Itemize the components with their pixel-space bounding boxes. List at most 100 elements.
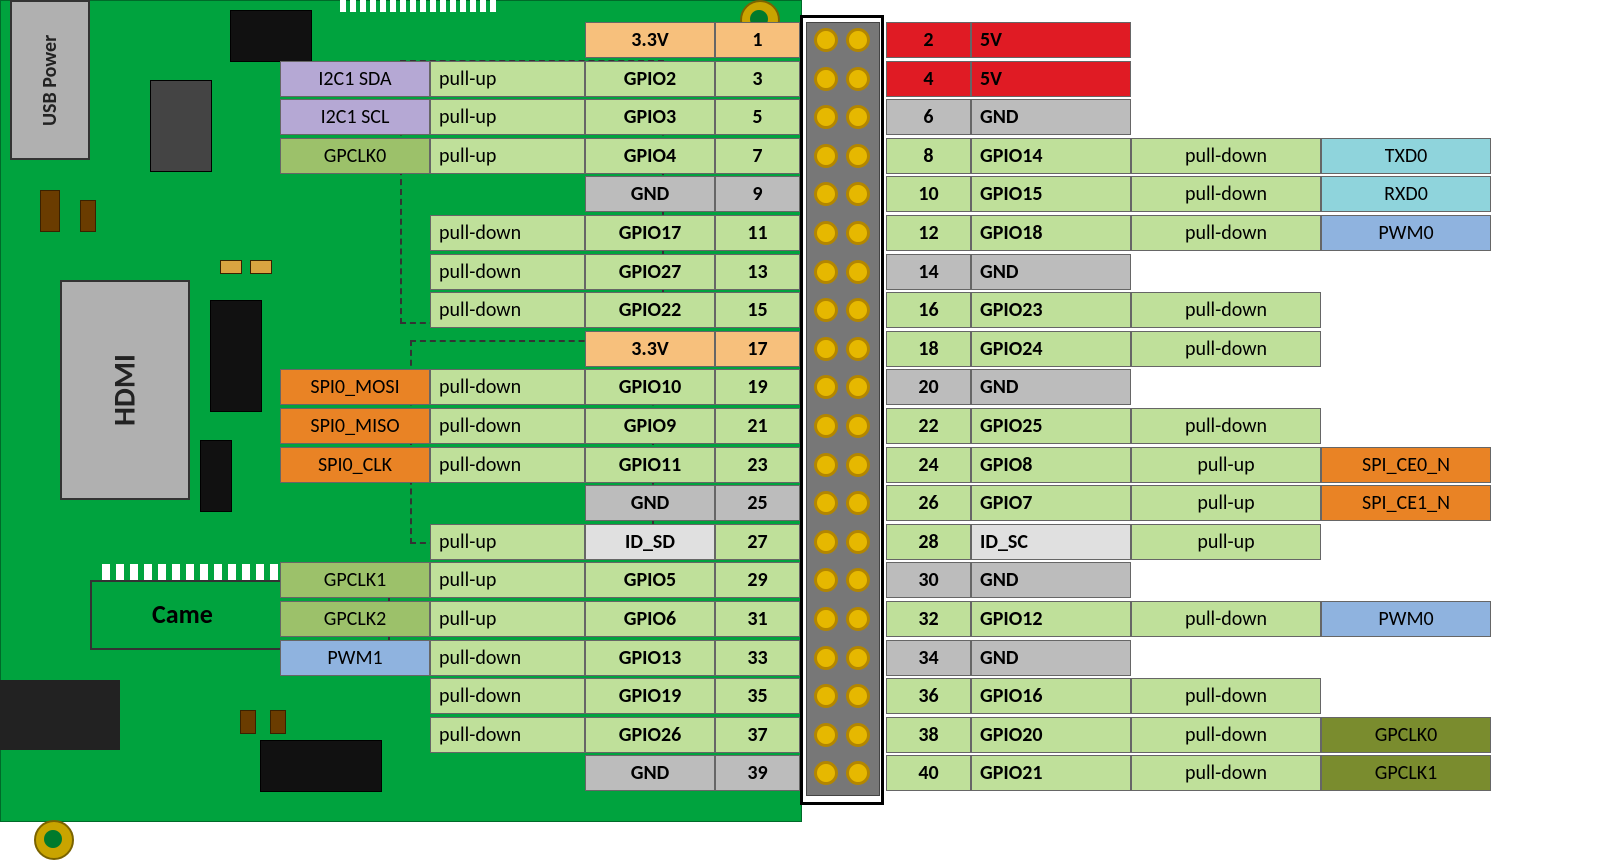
pin-number: 13 bbox=[715, 254, 800, 290]
gpio-label: ID_SC bbox=[971, 524, 1131, 560]
pin-row-left: pull-upID_SD27 bbox=[430, 524, 800, 560]
gpio-label: GPIO6 bbox=[585, 601, 715, 637]
pin-number: 4 bbox=[886, 61, 971, 97]
pin-number: 6 bbox=[886, 99, 971, 135]
pin-row-left: GND9 bbox=[585, 176, 800, 212]
pin-row-left: SPI0_MISOpull-downGPIO921 bbox=[280, 408, 800, 444]
pull-label: pull-down bbox=[430, 678, 585, 714]
pin-number: 27 bbox=[715, 524, 800, 560]
alt-function-label: PWM0 bbox=[1321, 601, 1491, 637]
pin-number: 30 bbox=[886, 562, 971, 598]
pin-row-left: SPI0_CLKpull-downGPIO1123 bbox=[280, 447, 800, 483]
gpio-label: GPIO12 bbox=[971, 601, 1131, 637]
pin-number: 9 bbox=[715, 176, 800, 212]
pin-row-right: 20GND bbox=[886, 369, 1131, 405]
gpio-label: GPIO13 bbox=[585, 640, 715, 676]
pull-label: pull-down bbox=[1131, 215, 1321, 251]
pin-row-right: 12GPIO18pull-downPWM0 bbox=[886, 215, 1491, 251]
gpio-label: GPIO17 bbox=[585, 215, 715, 251]
pin-row-right: 6GND bbox=[886, 99, 1131, 135]
pull-label: pull-up bbox=[430, 99, 585, 135]
alt-function-label: PWM0 bbox=[1321, 215, 1491, 251]
gpio-label: 5V bbox=[971, 61, 1131, 97]
pin-number: 34 bbox=[886, 640, 971, 676]
gpio-label: GPIO2 bbox=[585, 61, 715, 97]
gpio-label: GPIO23 bbox=[971, 292, 1131, 328]
pull-label: pull-down bbox=[1131, 717, 1321, 753]
pin-number: 38 bbox=[886, 717, 971, 753]
pin-number: 12 bbox=[886, 215, 971, 251]
pin-row-left: GPCLK0pull-upGPIO47 bbox=[280, 138, 800, 174]
pin-number: 32 bbox=[886, 601, 971, 637]
pull-label: pull-up bbox=[1131, 524, 1321, 560]
pull-label: pull-down bbox=[1131, 601, 1321, 637]
gpio-label: GND bbox=[585, 485, 715, 521]
pin-row-right: 45V bbox=[886, 61, 1131, 97]
pin-number: 33 bbox=[715, 640, 800, 676]
pull-label: pull-up bbox=[1131, 447, 1321, 483]
pin-row-right: 10GPIO15pull-downRXD0 bbox=[886, 176, 1491, 212]
pull-label: pull-down bbox=[1131, 678, 1321, 714]
pin-row-left: pull-downGPIO1711 bbox=[430, 215, 800, 251]
gpio-label: GPIO24 bbox=[971, 331, 1131, 367]
pin-number: 19 bbox=[715, 369, 800, 405]
pin-row-right: 36GPIO16pull-down bbox=[886, 678, 1321, 714]
alt-function-label: GPCLK2 bbox=[280, 601, 430, 637]
pull-label: pull-down bbox=[1131, 331, 1321, 367]
pull-label: pull-down bbox=[430, 215, 585, 251]
gpio-label: GPIO27 bbox=[585, 254, 715, 290]
pin-number: 20 bbox=[886, 369, 971, 405]
pin-row-right: 25V bbox=[886, 22, 1131, 58]
pin-number: 24 bbox=[886, 447, 971, 483]
alt-function-label: TXD0 bbox=[1321, 138, 1491, 174]
pin-number: 36 bbox=[886, 678, 971, 714]
pin-row-left: GPCLK1pull-upGPIO529 bbox=[280, 562, 800, 598]
alt-function-label: PWM1 bbox=[280, 640, 430, 676]
pull-label: pull-down bbox=[430, 408, 585, 444]
pull-label: pull-down bbox=[430, 292, 585, 328]
gpio-label: GPIO19 bbox=[585, 678, 715, 714]
pull-label: pull-down bbox=[1131, 138, 1321, 174]
pin-number: 10 bbox=[886, 176, 971, 212]
pin-row-left: 3.3V17 bbox=[585, 331, 800, 367]
gpio-label: GPIO3 bbox=[585, 99, 715, 135]
pin-row-left: I2C1 SCLpull-upGPIO35 bbox=[280, 99, 800, 135]
pull-label: pull-up bbox=[1131, 485, 1321, 521]
pin-number: 14 bbox=[886, 254, 971, 290]
pin-number: 3 bbox=[715, 61, 800, 97]
alt-function-label: SPI_CE1_N bbox=[1321, 485, 1491, 521]
pin-number: 15 bbox=[715, 292, 800, 328]
gpio-label: GPIO7 bbox=[971, 485, 1131, 521]
pin-row-right: 22GPIO25pull-down bbox=[886, 408, 1321, 444]
pin-number: 18 bbox=[886, 331, 971, 367]
pull-label: pull-down bbox=[1131, 292, 1321, 328]
gpio-label: GPIO16 bbox=[971, 678, 1131, 714]
pin-row-left: GND25 bbox=[585, 485, 800, 521]
alt-function-label: SPI0_MOSI bbox=[280, 369, 430, 405]
pin-number: 8 bbox=[886, 138, 971, 174]
pull-label: pull-down bbox=[1131, 408, 1321, 444]
pull-label: pull-down bbox=[430, 254, 585, 290]
pull-label: pull-up bbox=[430, 524, 585, 560]
pin-number: 1 bbox=[715, 22, 800, 58]
pin-row-right: 28ID_SCpull-up bbox=[886, 524, 1321, 560]
pin-row-left: GND39 bbox=[585, 755, 800, 791]
gpio-label: GPIO26 bbox=[585, 717, 715, 753]
alt-function-label: GPCLK0 bbox=[280, 138, 430, 174]
alt-function-label: I2C1 SDA bbox=[280, 61, 430, 97]
pull-label: pull-down bbox=[1131, 176, 1321, 212]
pin-row-right: 16GPIO23pull-down bbox=[886, 292, 1321, 328]
pin-number: 23 bbox=[715, 447, 800, 483]
pin-row-right: 30GND bbox=[886, 562, 1131, 598]
alt-function-label: GPCLK1 bbox=[280, 562, 430, 598]
pull-label: pull-up bbox=[430, 601, 585, 637]
gpio-label: GPIO15 bbox=[971, 176, 1131, 212]
pin-row-left: pull-downGPIO2215 bbox=[430, 292, 800, 328]
pin-number: 22 bbox=[886, 408, 971, 444]
gpio-label: GND bbox=[585, 755, 715, 791]
pin-number: 29 bbox=[715, 562, 800, 598]
gpio-label: ID_SD bbox=[585, 524, 715, 560]
gpio-label: 5V bbox=[971, 22, 1131, 58]
pull-label: pull-down bbox=[430, 640, 585, 676]
alt-function-label: GPCLK1 bbox=[1321, 755, 1491, 791]
